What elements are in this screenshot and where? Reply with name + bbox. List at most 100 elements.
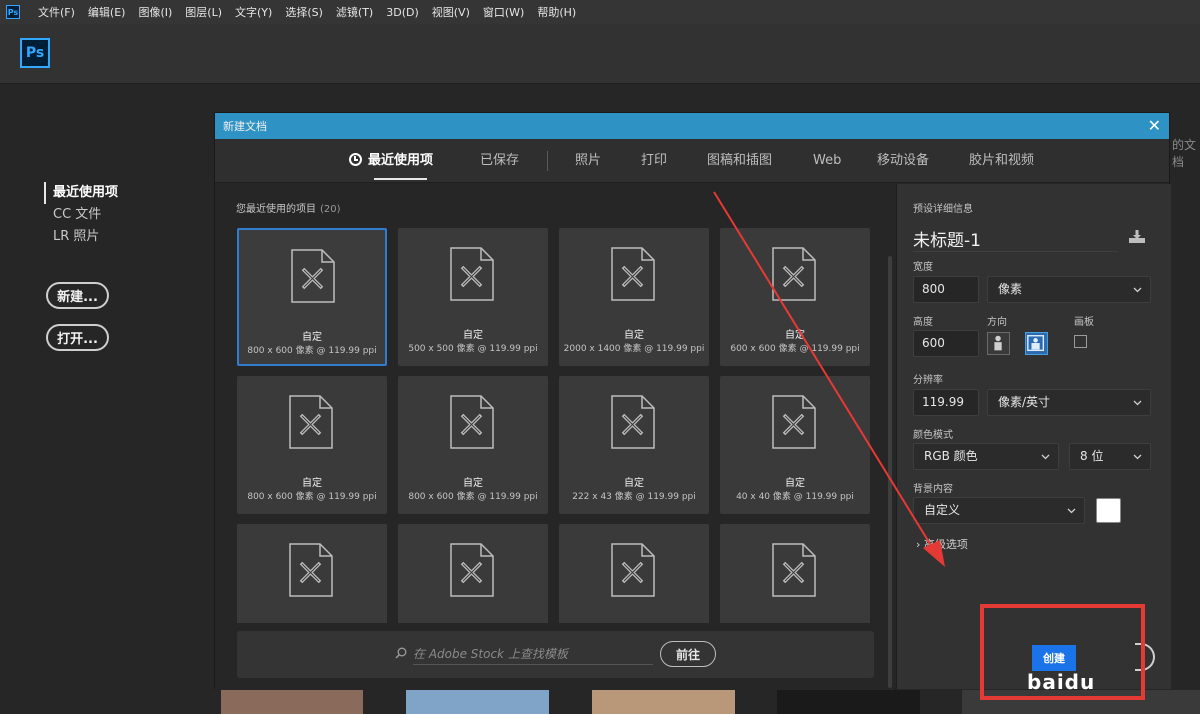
background-contents-label: 背景内容 xyxy=(913,484,953,495)
document-icon xyxy=(450,543,494,597)
preset-details-panel: 预设详细信息 未标题-1 宽度 800 像素 高度 600 方向 画板 分辨率 … xyxy=(896,184,1171,694)
width-input[interactable]: 800 xyxy=(913,276,979,303)
tab-web[interactable]: Web xyxy=(813,139,841,183)
recent-items-title: 您最近使用的项目 (20) xyxy=(236,204,341,215)
start-nav-cc-files[interactable]: CC 文件 xyxy=(44,204,118,226)
chevron-down-icon xyxy=(1133,287,1142,293)
recent-document-card[interactable]: 自定 40 x 40 像素 @ 119.99 ppi xyxy=(720,376,870,514)
orientation-label: 方向 xyxy=(987,317,1007,328)
menu-view[interactable]: 视图(V) xyxy=(432,4,470,20)
tab-mobile[interactable]: 移动设备 xyxy=(877,139,929,183)
start-nav-lr-photos[interactable]: LR 照片 xyxy=(44,226,118,248)
menu-select[interactable]: 选择(S) xyxy=(285,4,323,20)
create-button[interactable]: 创建 xyxy=(1032,645,1076,671)
landscape-orientation-button[interactable] xyxy=(1025,332,1048,355)
card-preset-name: 自定 xyxy=(302,332,322,343)
menu-file[interactable]: 文件(F) xyxy=(38,4,75,20)
menu-type[interactable]: 文字(Y) xyxy=(235,4,272,20)
document-icon xyxy=(772,395,816,449)
save-preset-icon[interactable] xyxy=(1127,229,1147,245)
menu-window[interactable]: 窗口(W) xyxy=(483,4,524,20)
menu-help[interactable]: 帮助(H) xyxy=(537,4,576,20)
menu-bar: Ps 文件(F) 编辑(E) 图像(I) 图层(L) 文字(Y) 选择(S) 滤… xyxy=(0,0,1200,24)
card-preset-size: 600 x 600 像素 @ 119.99 ppi xyxy=(730,344,860,354)
card-preset-size: 40 x 40 像素 @ 119.99 ppi xyxy=(736,492,854,502)
card-preset-size: 2000 x 1400 像素 @ 119.99 ppi xyxy=(563,344,705,354)
recent-document-card[interactable]: 自定 222 x 43 像素 @ 119.99 ppi xyxy=(559,376,709,514)
recent-document-card[interactable]: 自定 800 x 600 像素 @ 119.99 ppi xyxy=(237,376,387,514)
color-mode-select[interactable]: RGB 颜色 xyxy=(913,443,1059,470)
recent-document-card[interactable] xyxy=(559,524,709,623)
menu-edit[interactable]: 编辑(E) xyxy=(88,4,126,20)
go-button[interactable]: 前往 xyxy=(660,641,716,667)
stock-search-input[interactable] xyxy=(413,643,653,665)
menu-layer[interactable]: 图层(L) xyxy=(185,4,222,20)
thumbnail-portrait[interactable] xyxy=(221,690,363,714)
search-icon xyxy=(395,647,407,659)
close-dialog-button[interactable] xyxy=(1135,643,1155,671)
new-button[interactable]: 新建... xyxy=(46,282,109,309)
document-icon xyxy=(772,247,816,301)
card-preset-size: 800 x 600 像素 @ 119.99 ppi xyxy=(408,492,538,502)
artboard-checkbox[interactable] xyxy=(1074,335,1087,348)
chevron-down-icon xyxy=(1041,454,1050,460)
background-contents-select[interactable]: 自定义 xyxy=(913,497,1085,524)
advanced-options-toggle[interactable]: › 高级选项 xyxy=(916,536,968,552)
tab-art-illustration[interactable]: 图稿和插图 xyxy=(707,139,772,183)
recent-items-grid: 自定 800 x 600 像素 @ 119.99 ppi 自定 500 x 500 像… xyxy=(237,228,877,623)
card-preset-size: 500 x 500 像素 @ 119.99 ppi xyxy=(408,344,538,354)
tab-print[interactable]: 打印 xyxy=(641,139,667,183)
recent-items-count: (20) xyxy=(320,204,341,215)
open-button[interactable]: 打开... xyxy=(46,324,109,351)
recent-document-card[interactable] xyxy=(398,524,548,623)
background-color-swatch[interactable] xyxy=(1096,498,1121,523)
recent-document-card[interactable]: 自定 600 x 600 像素 @ 119.99 ppi xyxy=(720,228,870,366)
tab-saved[interactable]: 已保存 xyxy=(480,139,519,183)
recent-document-card[interactable]: 自定 500 x 500 像素 @ 119.99 ppi xyxy=(398,228,548,366)
preset-tabs: 最近使用项 已保存 照片 打印 图稿和插图 Web 移动设备 胶片和视频 xyxy=(215,139,1169,183)
baidu-watermark: baidu xyxy=(1027,670,1096,694)
card-preset-name: 自定 xyxy=(463,330,483,341)
menu-3d[interactable]: 3D(D) xyxy=(386,6,419,19)
recent-items-panel: 您最近使用的项目 (20) 自定 800 x 600 像素 @ 119.99 ppi… xyxy=(215,184,895,689)
start-nav-recent[interactable]: 最近使用项 xyxy=(44,182,118,204)
close-icon[interactable]: ✕ xyxy=(1148,118,1161,134)
start-nav: 最近使用项 CC 文件 LR 照片 xyxy=(44,182,118,248)
resolution-unit-select[interactable]: 像素/英寸 xyxy=(987,389,1151,416)
recent-document-card[interactable] xyxy=(237,524,387,623)
tab-recent[interactable]: 最近使用项 xyxy=(349,139,433,183)
chevron-right-icon: › xyxy=(916,538,921,551)
recent-document-card[interactable]: 自定 800 x 600 像素 @ 119.99 ppi xyxy=(237,228,387,366)
card-preset-size: 800 x 600 像素 @ 119.99 ppi xyxy=(247,492,377,502)
document-icon xyxy=(450,247,494,301)
recent-document-card[interactable] xyxy=(720,524,870,623)
thumbnail-tree[interactable] xyxy=(406,690,549,714)
card-preset-name: 自定 xyxy=(463,478,483,489)
resolution-label: 分辨率 xyxy=(913,375,943,386)
height-input[interactable]: 600 xyxy=(913,330,979,357)
menu-image[interactable]: 图像(I) xyxy=(138,4,172,20)
portrait-orientation-button[interactable] xyxy=(987,332,1010,355)
document-icon xyxy=(291,249,335,303)
bit-depth-select[interactable]: 8 位 xyxy=(1069,443,1151,470)
tab-divider xyxy=(547,151,548,171)
app-header: Ps xyxy=(0,24,1200,84)
recent-document-card[interactable]: 自定 800 x 600 像素 @ 119.99 ppi xyxy=(398,376,548,514)
menu-filter[interactable]: 滤镜(T) xyxy=(336,4,373,20)
clock-icon xyxy=(349,153,362,166)
thumbnail-woman[interactable] xyxy=(592,690,735,714)
dialog-titlebar: 新建文档 ✕ xyxy=(215,113,1169,139)
tab-photo[interactable]: 照片 xyxy=(575,139,601,183)
thumbnail-dark[interactable] xyxy=(777,690,920,714)
width-label: 宽度 xyxy=(913,262,933,273)
card-preset-name: 自定 xyxy=(785,330,805,341)
landscape-person-icon xyxy=(1027,335,1045,352)
card-preset-name: 自定 xyxy=(624,330,644,341)
width-unit-select[interactable]: 像素 xyxy=(987,276,1151,303)
resolution-input[interactable]: 119.99 xyxy=(913,389,979,416)
tab-film-video[interactable]: 胶片和视频 xyxy=(969,139,1034,183)
document-icon xyxy=(450,395,494,449)
recent-items-scrollbar[interactable] xyxy=(888,256,892,688)
recent-document-card[interactable]: 自定 2000 x 1400 像素 @ 119.99 ppi xyxy=(559,228,709,366)
document-name-field[interactable]: 未标题-1 xyxy=(913,226,1118,252)
